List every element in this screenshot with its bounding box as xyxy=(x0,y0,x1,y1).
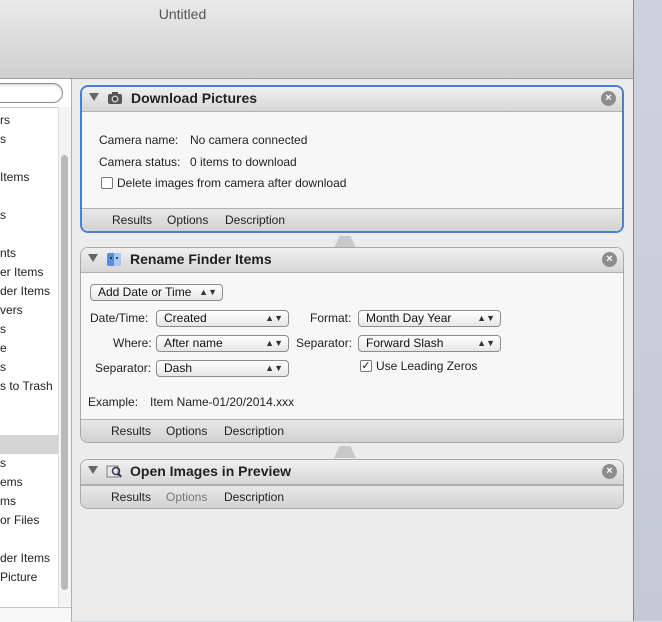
library-scrollbar[interactable] xyxy=(58,107,71,607)
format-popup[interactable]: Month Day Year ▲▼ xyxy=(358,310,501,327)
camera-status-label: Camera status: xyxy=(99,155,181,169)
list-item[interactable]: s xyxy=(0,206,6,225)
delete-images-label: Delete images from camera after download xyxy=(117,176,347,190)
action-header: Open Images in Preview × xyxy=(81,460,623,485)
preview-icon xyxy=(106,464,122,479)
popup-arrow-icon: ▲▼ xyxy=(265,338,283,348)
list-item[interactable]: e xyxy=(0,339,7,358)
disclosure-triangle-icon[interactable] xyxy=(88,466,98,474)
camera-status-value: 0 items to download xyxy=(190,155,297,169)
rename-mode-popup[interactable]: Add Date or Time ▲▼ xyxy=(90,284,223,301)
scrollbar-thumb[interactable] xyxy=(61,155,68,590)
check-mark-icon: ✓ xyxy=(361,360,371,372)
action-rename-finder-items[interactable]: Rename Finder Items × Add Date or Time ▲… xyxy=(80,247,624,443)
description-tab[interactable]: Description xyxy=(224,424,284,438)
separator-popup[interactable]: Dash ▲▼ xyxy=(156,360,289,377)
leading-zeros-label: Use Leading Zeros xyxy=(376,359,478,373)
automator-window: Untitled rs s Items s nts er Items der I… xyxy=(0,0,634,622)
separator2-label: Separator: xyxy=(296,336,353,350)
leading-zeros-checkbox[interactable]: ✓ xyxy=(360,360,372,372)
list-item-selected[interactable] xyxy=(0,435,58,454)
example-value: Item Name-01/20/2014.xxx xyxy=(150,395,295,409)
action-footer: Results Options Description xyxy=(81,419,623,442)
list-item[interactable]: nts xyxy=(0,244,16,263)
list-item[interactable]: s xyxy=(0,130,6,149)
example-label: Example: xyxy=(88,395,139,409)
options-tab[interactable]: Options xyxy=(167,213,208,227)
datetime-label: Date/Time: xyxy=(90,311,149,325)
camera-icon xyxy=(107,91,123,106)
results-tab[interactable]: Results xyxy=(111,490,151,504)
format-label: Format: xyxy=(310,311,352,325)
disclosure-triangle-icon[interactable] xyxy=(88,254,98,262)
camera-name-value: No camera connected xyxy=(190,133,308,147)
popup-value: Created xyxy=(164,311,207,325)
list-item[interactable]: ms xyxy=(0,492,16,511)
popup-value: Add Date or Time xyxy=(98,285,192,299)
datetime-popup[interactable]: Created ▲▼ xyxy=(156,310,289,327)
delete-images-checkbox[interactable] xyxy=(101,177,113,189)
separator2-popup[interactable]: Forward Slash ▲▼ xyxy=(358,335,501,352)
close-icon[interactable]: × xyxy=(602,252,617,267)
camera-name-label: Camera name: xyxy=(99,133,179,147)
action-footer: Results Options Description xyxy=(82,208,622,231)
list-item[interactable]: s xyxy=(0,320,6,339)
popup-arrow-icon: ▲▼ xyxy=(265,313,283,323)
finder-icon xyxy=(106,252,122,267)
action-header: Download Pictures × xyxy=(82,87,622,112)
popup-arrow-icon: ▲▼ xyxy=(199,287,217,297)
popup-arrow-icon: ▲▼ xyxy=(477,313,495,323)
options-tab: Options xyxy=(166,490,208,504)
list-item[interactable]: Picture xyxy=(0,568,37,587)
close-icon[interactable]: × xyxy=(601,91,616,106)
list-item[interactable]: der Items xyxy=(0,549,50,568)
action-header: Rename Finder Items × xyxy=(81,248,623,273)
list-item[interactable]: s to Trash xyxy=(0,377,53,396)
popup-value: Dash xyxy=(164,361,193,375)
library-list: rs s Items s nts er Items der Items vers… xyxy=(0,107,58,608)
popup-value: Forward Slash xyxy=(366,336,444,350)
action-connector xyxy=(334,446,356,458)
disclosure-triangle-icon[interactable] xyxy=(89,93,99,101)
list-item[interactable]: vers xyxy=(0,301,23,320)
list-item[interactable]: or Files xyxy=(0,511,39,530)
action-open-images-in-preview[interactable]: Open Images in Preview × Results Options… xyxy=(80,459,624,509)
popup-value: After name xyxy=(164,336,223,350)
where-popup[interactable]: After name ▲▼ xyxy=(156,335,289,352)
list-item[interactable]: er Items xyxy=(0,263,43,282)
close-icon[interactable]: × xyxy=(602,464,617,479)
separator-label: Separator: xyxy=(95,361,152,375)
action-footer: Results Options Description xyxy=(81,485,623,508)
list-item[interactable]: ems xyxy=(0,473,23,492)
description-tab[interactable]: Description xyxy=(225,213,285,227)
workflow-area: Download Pictures × Camera name: No came… xyxy=(72,79,633,621)
popup-arrow-icon: ▲▼ xyxy=(265,363,283,373)
library-bottom-bar xyxy=(0,607,71,622)
search-field[interactable] xyxy=(0,83,63,103)
desktop-background xyxy=(633,0,662,621)
action-title: Open Images in Preview xyxy=(130,463,292,479)
results-tab[interactable]: Results xyxy=(112,213,152,227)
list-item[interactable]: der Items xyxy=(0,282,50,301)
list-item[interactable]: s xyxy=(0,454,6,473)
action-title: Rename Finder Items xyxy=(130,251,272,267)
popup-arrow-icon: ▲▼ xyxy=(477,338,495,348)
options-tab[interactable]: Options xyxy=(166,424,207,438)
list-item[interactable]: s xyxy=(0,358,6,377)
library-pane: rs s Items s nts er Items der Items vers… xyxy=(0,79,72,622)
list-item[interactable]: Items xyxy=(0,168,29,187)
where-label: Where: xyxy=(113,336,152,350)
window-title: Untitled xyxy=(158,6,207,22)
list-item[interactable]: rs xyxy=(0,111,10,130)
popup-value: Month Day Year xyxy=(366,311,452,325)
action-download-pictures[interactable]: Download Pictures × Camera name: No came… xyxy=(80,85,624,233)
window-toolbar: Untitled xyxy=(0,0,633,79)
results-tab[interactable]: Results xyxy=(111,424,151,438)
description-tab[interactable]: Description xyxy=(224,490,284,504)
action-title: Download Pictures xyxy=(131,90,258,106)
